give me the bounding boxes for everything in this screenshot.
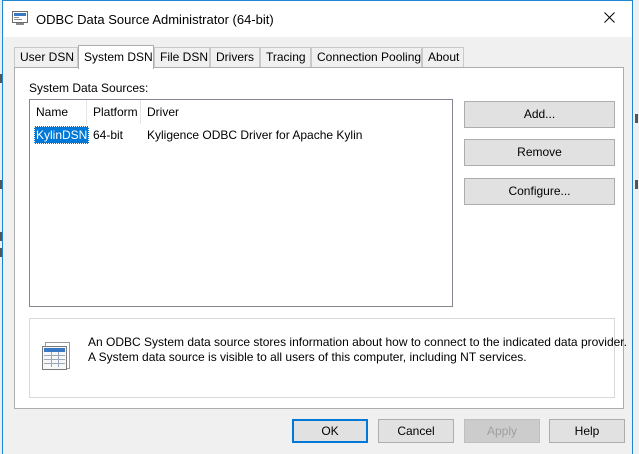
odbc-admin-dialog: ODBC Data Source Administrator (64-bit) … bbox=[2, 0, 633, 454]
ok-button[interactable]: OK bbox=[292, 419, 368, 443]
info-box: An ODBC System data source stores inform… bbox=[29, 318, 627, 398]
apply-button[interactable]: Apply bbox=[464, 419, 540, 443]
tab-connection-pooling[interactable]: Connection Pooling bbox=[311, 47, 422, 68]
info-text-line-1: An ODBC System data source stores inform… bbox=[88, 335, 627, 349]
tab-system-dsn[interactable]: System DSN bbox=[78, 45, 154, 69]
tab-tracing[interactable]: Tracing bbox=[260, 47, 311, 68]
tab-user-dsn[interactable]: User DSN bbox=[14, 47, 78, 68]
tab-file-dsn[interactable]: File DSN bbox=[154, 47, 210, 68]
tab-about[interactable]: About bbox=[422, 47, 464, 68]
database-table-icon bbox=[39, 338, 73, 372]
column-header-driver[interactable]: Driver bbox=[141, 100, 452, 124]
background-text-fragment bbox=[635, 180, 638, 189]
row-name-cell[interactable]: KylinDSN bbox=[34, 126, 90, 144]
row-driver-cell: Kyligence ODBC Driver for Apache Kylin bbox=[147, 128, 363, 142]
close-button[interactable] bbox=[586, 1, 632, 37]
tab-drivers[interactable]: Drivers bbox=[210, 47, 260, 68]
help-button[interactable]: Help bbox=[549, 419, 625, 443]
background-window-edge-right bbox=[633, 0, 639, 454]
data-sources-list[interactable]: Name Platform Driver KylinDSN 64-bit Kyl… bbox=[29, 99, 453, 307]
title-bar[interactable]: ODBC Data Source Administrator (64-bit) bbox=[3, 1, 632, 37]
table-row[interactable]: KylinDSN 64-bit Kyligence ODBC Driver fo… bbox=[30, 126, 452, 144]
configure-button[interactable]: Configure... bbox=[464, 178, 615, 205]
cancel-button[interactable]: Cancel bbox=[378, 419, 454, 443]
column-header-name[interactable]: Name bbox=[30, 100, 87, 124]
column-header-platform[interactable]: Platform bbox=[87, 100, 141, 124]
window-title: ODBC Data Source Administrator (64-bit) bbox=[36, 12, 274, 27]
odbc-admin-icon bbox=[12, 11, 28, 26]
system-dsn-panel: System Data Sources: Name Platform Drive… bbox=[14, 67, 627, 409]
system-data-sources-label: System Data Sources: bbox=[29, 81, 149, 95]
add-button[interactable]: Add... bbox=[464, 101, 615, 128]
close-icon bbox=[603, 12, 615, 26]
list-header: Name Platform Driver bbox=[30, 100, 452, 124]
remove-button[interactable]: Remove bbox=[464, 139, 615, 166]
tab-strip: User DSN System DSN File DSN Drivers Tra… bbox=[14, 45, 614, 69]
background-text-fragment bbox=[635, 114, 638, 123]
info-text-line-2: A System data source is visible to all u… bbox=[88, 350, 527, 364]
row-platform-cell: 64-bit bbox=[93, 128, 124, 142]
